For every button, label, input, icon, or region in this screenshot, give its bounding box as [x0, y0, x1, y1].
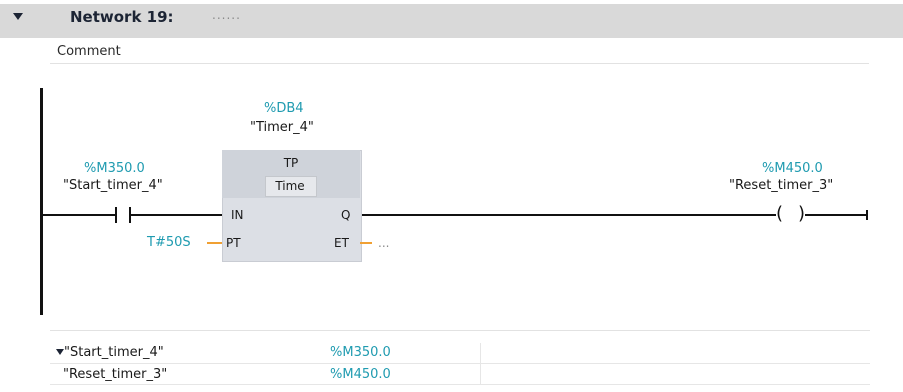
wire-coil-to-end [805, 214, 867, 216]
pt-parameter-value[interactable]: T#50S [147, 235, 191, 250]
timer-block-type: TP [283, 156, 299, 170]
pin-pt-label: PT [226, 236, 241, 250]
collapse-triangle-icon[interactable] [13, 13, 23, 20]
tag-table-column-divider [480, 343, 481, 385]
tag-table-collapse-icon[interactable] [56, 349, 64, 355]
table-row[interactable] [50, 343, 870, 364]
contact-address[interactable]: %M350.0 [84, 161, 145, 176]
et-parameter-wire [360, 242, 372, 244]
contact-right-bar[interactable] [129, 207, 131, 223]
timer-time-label[interactable]: Time [265, 179, 315, 193]
et-parameter-placeholder[interactable]: ... [378, 236, 389, 250]
power-rail [40, 88, 43, 315]
tag-table-name-cell: "Reset_timer_3" [63, 367, 168, 382]
network-comment-field[interactable] [50, 39, 869, 64]
coil-left-paren[interactable]: ( [776, 203, 783, 224]
table-row[interactable] [50, 364, 870, 385]
wire-contact-to-block [131, 214, 222, 216]
contact-tag-name[interactable]: "Start_timer_4" [63, 178, 163, 193]
pt-parameter-wire [207, 242, 222, 244]
block-instance-address[interactable]: %DB4 [264, 101, 304, 116]
coil-tag-name[interactable]: "Reset_timer_3" [729, 178, 833, 193]
network-comment-text[interactable]: Comment [57, 44, 121, 59]
pin-q-label: Q [341, 208, 351, 222]
wire-rail-to-contact [43, 214, 115, 216]
tag-table-address-cell: %M450.0 [330, 367, 391, 382]
tag-table-divider [50, 330, 870, 331]
pin-et-label: ET [334, 236, 349, 250]
tag-table-address-cell: %M350.0 [330, 345, 391, 360]
network-title: Network 19: [70, 8, 174, 26]
network-title-field[interactable]: ...... [212, 8, 241, 22]
block-instance-name[interactable]: "Timer_4" [250, 120, 314, 135]
tag-table-name-cell: "Start_timer_4" [64, 345, 164, 360]
coil-right-paren[interactable]: ) [798, 203, 805, 224]
pin-in-label: IN [231, 208, 244, 222]
rung-end-marker [866, 210, 868, 220]
contact-left-bar[interactable] [115, 207, 117, 223]
coil-address[interactable]: %M450.0 [762, 161, 823, 176]
wire-block-to-coil [360, 214, 776, 216]
